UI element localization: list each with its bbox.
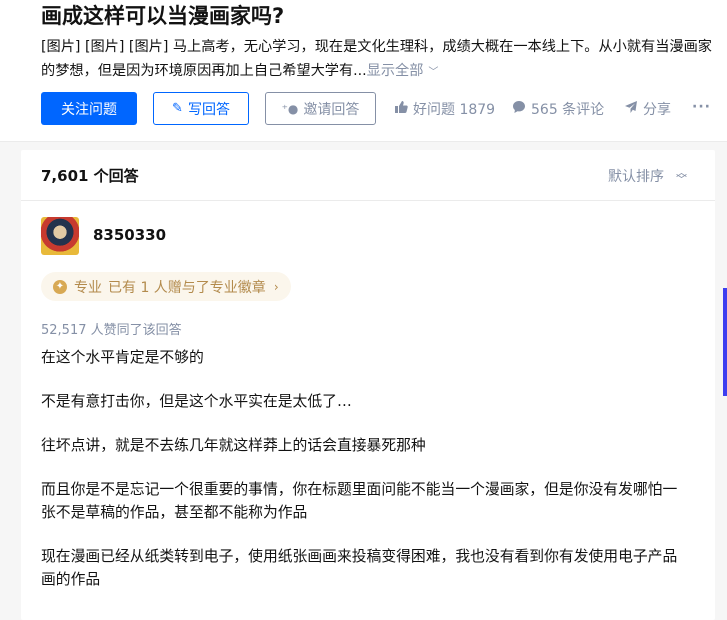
more-options-label: ··· bbox=[692, 99, 711, 115]
good-question-button[interactable]: 好问题 1879 bbox=[394, 99, 495, 119]
sort-label: 默认排序 bbox=[608, 169, 664, 185]
up-down-chevron-icon: ︿ ﹀ bbox=[676, 166, 687, 186]
thumbs-up-icon bbox=[394, 100, 408, 118]
answer-paragraph: 在这个水平肯定是不够的 bbox=[41, 349, 204, 366]
avatar[interactable] bbox=[41, 217, 79, 255]
follow-question-label: 关注问题 bbox=[61, 101, 117, 118]
question-title: 画成这样可以当漫画家吗? bbox=[41, 4, 285, 28]
badge-tag: 专业 bbox=[74, 279, 102, 296]
comment-bubble-icon bbox=[512, 100, 526, 118]
vote-count: 52,517 人赞同了该回答 bbox=[41, 323, 182, 338]
show-all-link[interactable]: 显示全部 ﹀ bbox=[367, 63, 439, 79]
answer-paragraph: 往坏点讲，就是不去练几年就这样莽上的话会直接暴死那种 bbox=[41, 437, 426, 454]
write-answer-button[interactable]: ✎ 写回答 bbox=[153, 92, 249, 125]
pencil-icon: ✎ bbox=[172, 101, 183, 116]
comments-label: 565 条评论 bbox=[531, 102, 605, 118]
sort-dropdown[interactable]: 默认排序 ︿ ﹀ bbox=[608, 166, 687, 186]
answer-content: 在这个水平肯定是不够的 不是有意打击你，但是这个水平实在是太低了… 往坏点讲，就… bbox=[41, 346, 691, 612]
comments-button[interactable]: 565 条评论 bbox=[512, 99, 604, 119]
answer-list: 7,601 个回答 默认排序 ︿ ﹀ 8350330 ✦ 专业 已有 1 人赠与了… bbox=[21, 150, 715, 620]
chevron-down-icon: ﹀ bbox=[428, 67, 439, 78]
good-question-label: 好问题 1879 bbox=[413, 102, 496, 118]
invite-answer-label: 邀请回答 bbox=[303, 101, 360, 118]
divider bbox=[21, 200, 715, 201]
professional-badge[interactable]: ✦ 专业 已有 1 人赠与了专业徽章 › bbox=[41, 272, 291, 301]
chevron-right-icon: › bbox=[273, 279, 279, 294]
follow-question-button[interactable]: 关注问题 bbox=[41, 92, 137, 125]
badge-text: 已有 1 人赠与了专业徽章 bbox=[108, 279, 266, 296]
share-label: 分享 bbox=[643, 102, 671, 118]
answer-paragraph: 不是有意打击你，但是这个水平实在是太低了… bbox=[41, 393, 352, 410]
author-name[interactable]: 8350330 bbox=[93, 226, 166, 244]
question-description: [图片] [图片] [图片] 马上高考，无心学习，现在是文化生理科，成绩大概在一… bbox=[41, 35, 713, 85]
answer-paragraph: 而且你是不是忘记一个很重要的事情，你在标题里面问能不能当一个漫画家，但是你没有发… bbox=[41, 481, 678, 521]
paper-plane-icon bbox=[624, 100, 638, 118]
answer-paragraph: 现在漫画已经从纸类转到电子，使用纸张画画来投稿变得困难，我也没有看到你有发使用电… bbox=[41, 548, 678, 588]
share-button[interactable]: 分享 bbox=[624, 99, 671, 119]
show-all-label: 显示全部 bbox=[366, 63, 424, 79]
more-options-button[interactable]: ··· bbox=[692, 99, 711, 115]
sidebar-edge bbox=[723, 288, 727, 396]
question-header: 画成这样可以当漫画家吗? [图片] [图片] [图片] 马上高考，无心学习，现在… bbox=[0, 0, 727, 142]
invite-answer-button[interactable]: ⁺● 邀请回答 bbox=[265, 92, 376, 125]
answer-count: 7,601 个回答 bbox=[41, 167, 139, 185]
add-person-icon: ⁺● bbox=[281, 101, 299, 116]
write-answer-label: 写回答 bbox=[187, 101, 230, 118]
badge-coin-icon: ✦ bbox=[53, 279, 67, 294]
